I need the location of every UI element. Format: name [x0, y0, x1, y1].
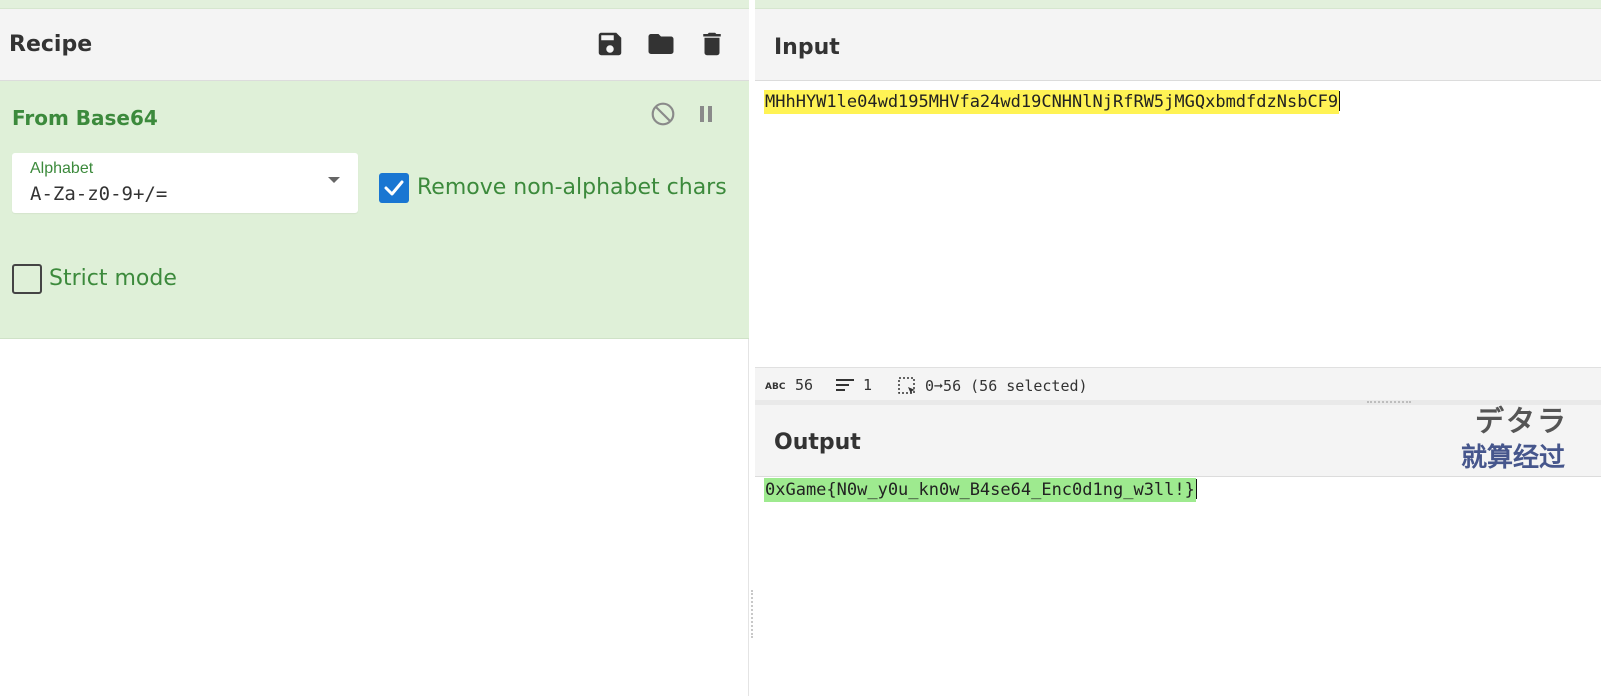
strict-mode-checkbox[interactable]: [12, 264, 42, 294]
alphabet-label: Alphabet: [30, 160, 94, 177]
length-stat: ABC 56: [765, 376, 813, 394]
output-title: Output: [774, 430, 861, 455]
lines-stat: 1: [835, 376, 872, 394]
recipe-pane: Recipe From Base64 Alphabet A-Za-z0-9+/=…: [0, 9, 749, 696]
input-header: Input: [755, 9, 1601, 81]
splitter-grip[interactable]: [1367, 401, 1411, 403]
overlay-caption-line2: 就算经过: [1461, 443, 1566, 473]
input-textarea[interactable]: MHhHYW1le04wd195MHVfa24wd19CNHNlNjRfRW5j…: [764, 90, 1341, 114]
operation-title: From Base64: [12, 106, 158, 130]
folder-icon[interactable]: [646, 29, 676, 59]
selection-icon: [898, 377, 915, 394]
recipe-title: Recipe: [9, 32, 93, 57]
selection-value: 0➞56 (56 selected): [925, 377, 1088, 395]
lines-icon: [836, 379, 854, 391]
remove-nonalpha-label[interactable]: Remove non-alphabet chars: [417, 175, 727, 200]
input-title: Input: [774, 35, 840, 60]
chevron-down-icon: [328, 177, 340, 183]
save-icon[interactable]: [595, 29, 625, 59]
remove-nonalpha-checkbox[interactable]: [379, 173, 409, 203]
input-status-bar: ABC 56 1 0➞56 (56 selected): [755, 367, 1601, 400]
input-text: MHhHYW1le04wd195MHVfa24wd19CNHNlNjRfRW5j…: [764, 90, 1340, 114]
output-textarea[interactable]: 0xGame{N0w_y0u_kn0w_B4se64_Enc0d1ng_w3ll…: [764, 478, 1197, 502]
length-value: 56: [795, 376, 814, 394]
overlay-caption-line1: デタラ: [1475, 404, 1569, 438]
top-strip: [0, 0, 1601, 9]
alphabet-value: A-Za-z0-9+/=: [30, 183, 168, 205]
io-pane: Input MHhHYW1le04wd195MHVfa24wd19CNHNlNj…: [755, 9, 1601, 696]
trash-icon[interactable]: [697, 29, 727, 59]
recipe-header: Recipe: [0, 9, 749, 81]
selection-stat: 0➞56 (56 selected): [897, 376, 1088, 396]
lines-value: 1: [863, 376, 873, 394]
output-cursor: [1195, 479, 1197, 499]
svg-text:ABC: ABC: [765, 382, 786, 391]
pause-operation-icon[interactable]: [694, 102, 718, 126]
pane-resize-grip[interactable]: [751, 590, 753, 638]
abc-icon: ABC: [765, 382, 786, 391]
disable-operation-icon[interactable]: [650, 101, 676, 127]
text-cursor: [1339, 91, 1341, 111]
strict-mode-label[interactable]: Strict mode: [49, 266, 177, 291]
output-text: 0xGame{N0w_y0u_kn0w_B4se64_Enc0d1ng_w3ll…: [764, 478, 1196, 502]
alphabet-select[interactable]: Alphabet A-Za-z0-9+/=: [12, 153, 358, 213]
operation-from-base64: From Base64 Alphabet A-Za-z0-9+/= Remove…: [0, 81, 749, 339]
